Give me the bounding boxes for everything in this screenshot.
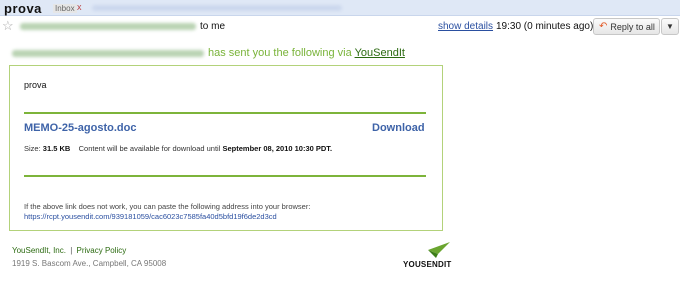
footer-address: 1919 S. Bascom Ave., Campbell, CA 95008 bbox=[12, 259, 167, 268]
blurred-header-text bbox=[92, 5, 342, 11]
availability-text: Content will be available for download u… bbox=[78, 144, 221, 153]
intro-line: has sent you the following via YouSendIt bbox=[208, 47, 405, 59]
intro-text: has sent you the following via bbox=[208, 47, 355, 59]
file-details: Size: 31.5 KB Content will be available … bbox=[24, 144, 374, 154]
availability-date: September 08, 2010 10:30 PDT. bbox=[222, 144, 333, 153]
reply-to-all-button[interactable]: ↶ Reply to all bbox=[593, 18, 660, 35]
reply-arrow-icon: ↶ bbox=[599, 21, 608, 32]
star-icon[interactable]: ☆ bbox=[2, 19, 16, 33]
logo-text: YOUSENDIT bbox=[403, 260, 452, 269]
fallback-instructions: If the above link does not work, you can… bbox=[24, 202, 311, 211]
message-time: 19:30 (0 minutes ago) bbox=[496, 21, 594, 32]
title-bar: prova Inbox x bbox=[0, 0, 680, 16]
remove-label-button[interactable]: x bbox=[77, 2, 82, 12]
divider bbox=[24, 175, 426, 177]
company-name: YouSendIt, Inc. bbox=[12, 246, 66, 255]
file-name-link[interactable]: MEMO-25-agosto.doc bbox=[24, 122, 136, 134]
size-label: Size: bbox=[24, 144, 41, 153]
yousendit-link[interactable]: YouSendIt bbox=[355, 47, 405, 59]
download-link[interactable]: Download bbox=[372, 122, 425, 134]
recipient-text: to me bbox=[200, 21, 226, 32]
message-text: prova bbox=[24, 80, 47, 90]
footer-company: YouSendIt, Inc. | Privacy Policy bbox=[12, 246, 126, 255]
email-subject: prova bbox=[4, 1, 42, 16]
file-card: prova MEMO-25-agosto.doc Download Size: … bbox=[9, 65, 443, 231]
inbox-label[interactable]: Inbox bbox=[53, 4, 77, 13]
footer-separator: | bbox=[70, 246, 73, 255]
size-value: 31.5 KB bbox=[42, 144, 71, 153]
blurred-sender bbox=[20, 23, 196, 30]
more-actions-button[interactable]: ▼ bbox=[661, 18, 679, 35]
privacy-policy-link[interactable]: Privacy Policy bbox=[77, 246, 127, 255]
blurred-sender-email bbox=[12, 50, 204, 57]
reply-to-all-label: Reply to all bbox=[610, 21, 655, 32]
show-details-link[interactable]: show details bbox=[438, 21, 493, 32]
fallback-url-link[interactable]: https://rcpt.yousendit.com/939181059/cac… bbox=[24, 212, 277, 221]
divider bbox=[24, 112, 426, 114]
